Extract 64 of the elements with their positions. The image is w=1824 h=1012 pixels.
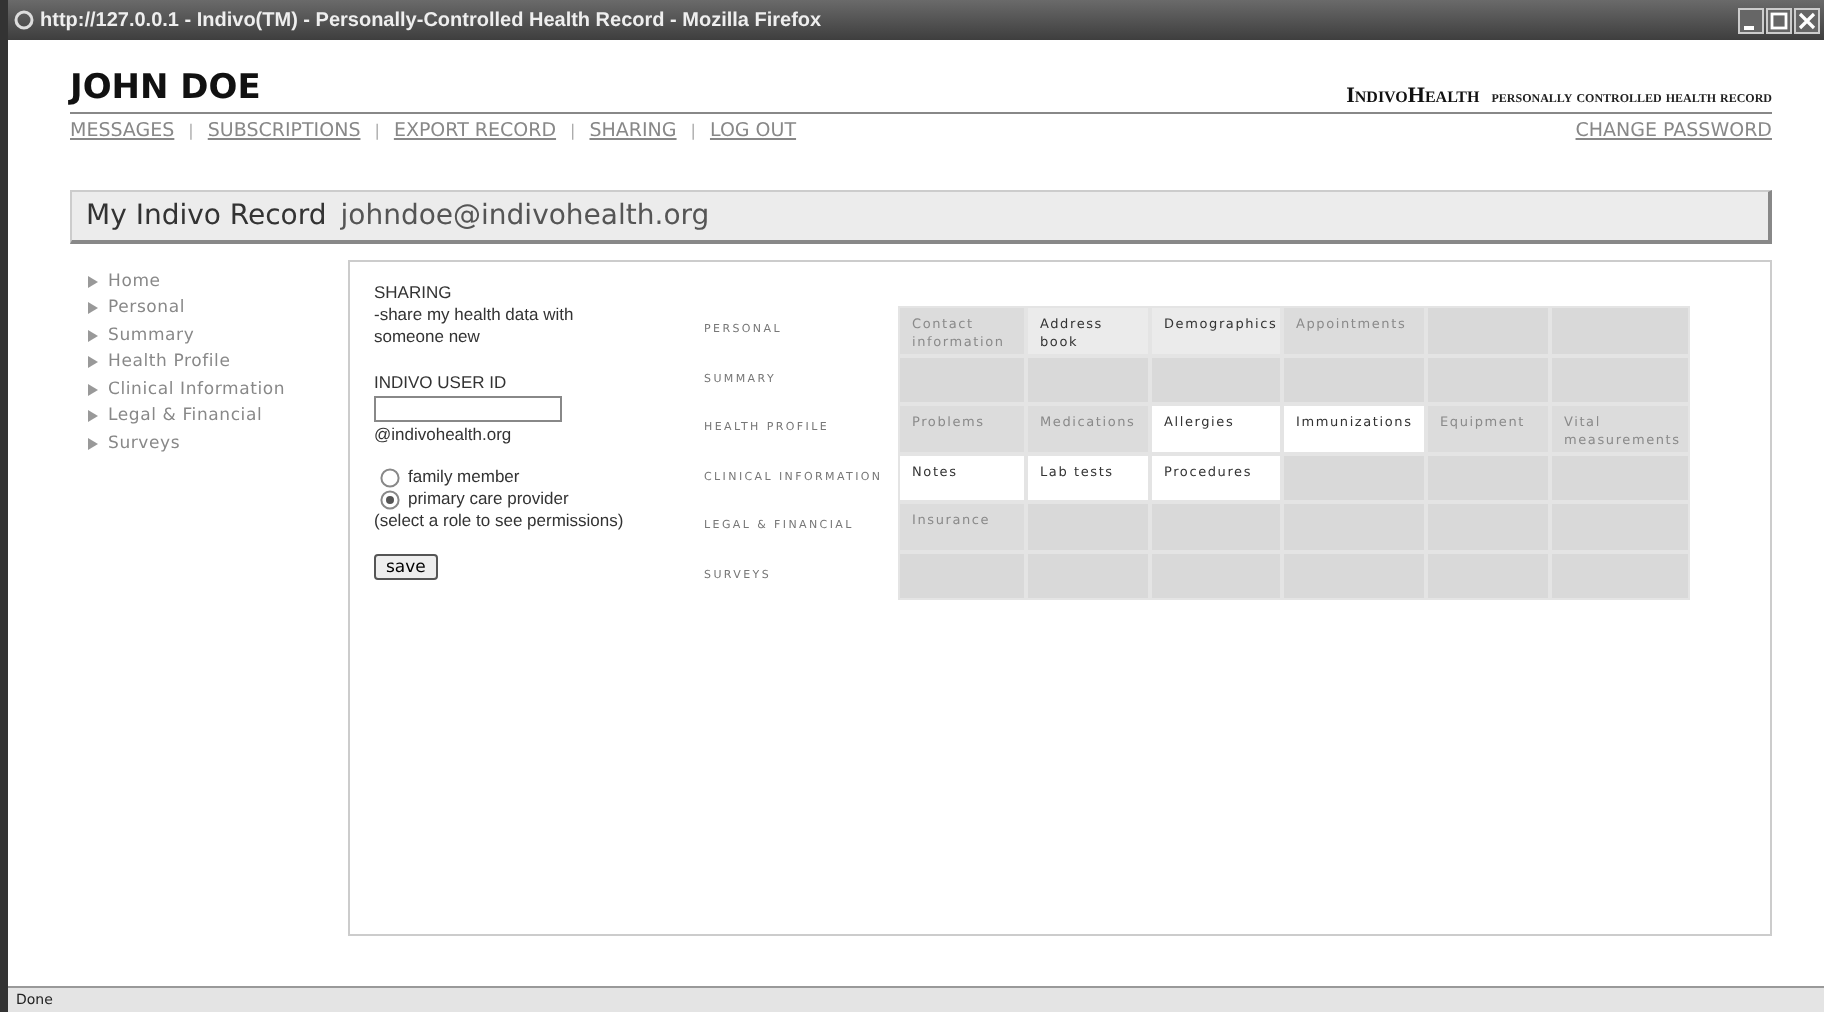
brand-tagline: personally controlled health record [1491,88,1772,106]
change-password-link[interactable]: CHANGE PASSWORD [1575,120,1772,142]
permission-cell [1550,355,1690,404]
browser-icon [14,10,34,30]
permission-cell [1282,453,1426,502]
nav-link[interactable]: MESSAGES [70,120,175,142]
bullet-icon [88,383,98,396]
sidebar-item[interactable]: Health Profile [88,349,348,376]
sidebar-item[interactable]: Legal & Financial [88,403,348,430]
record-title: My Indivo Record [86,200,327,232]
permission-cell [1550,453,1690,502]
permission-cell [1150,355,1282,404]
nav-separator: | [188,122,194,140]
permission-cell [1426,551,1550,600]
permission-cell [1426,355,1550,404]
nav-separator: | [570,122,576,140]
role-radio[interactable]: family member [374,466,569,488]
sidebar-item[interactable]: Surveys [88,430,348,457]
permission-cell [1150,551,1282,600]
nav-separator: | [690,122,696,140]
save-button[interactable]: save [374,554,438,580]
permission-cell [1150,502,1282,551]
maximize-icon[interactable] [1766,7,1792,33]
permission-cell [898,551,1026,600]
permission-cell [1426,453,1550,502]
window-title: http://127.0.0.1 - Indivo(TM) - Personally-Controlled Health Record - Mozilla Firefox [40,9,822,31]
bullet-icon [88,410,98,423]
permission-cell [1550,306,1690,355]
nav-separator: | [374,122,380,140]
role-radio[interactable]: primary care provider [374,488,569,510]
permission-cell [1026,551,1150,600]
minimize-icon[interactable] [1738,7,1764,33]
role-hint: (select a role to see permissions) [374,510,624,532]
bullet-icon [88,302,98,315]
permission-cell [1550,502,1690,551]
nav-link[interactable]: LOG OUT [709,120,797,142]
permission-cell [1282,551,1426,600]
permission-cell [1426,306,1550,355]
section-heading: SHARING [374,282,452,304]
permission-cell [1026,355,1150,404]
bullet-icon [88,275,98,288]
brand-logo: IndivoHealth [1346,84,1480,108]
bullet-icon [88,437,98,450]
permission-cell [1282,355,1426,404]
sidebar-item[interactable]: Home [88,268,348,295]
section-description: -share my health data with someone new [374,304,576,348]
bullet-icon [88,329,98,342]
sidebar-item[interactable]: Personal [88,295,348,322]
nav-link[interactable]: SUBSCRIPTIONS [207,120,361,142]
record-email: johndoe@indivohealth.org [340,200,710,232]
bullet-icon [88,356,98,369]
permission-cell [898,355,1026,404]
permission-cell [1026,502,1150,551]
domain-suffix: @indivohealth.org [374,424,512,446]
permission-cell [1550,551,1690,600]
field-label: INDIVO USER ID [374,372,507,394]
sidebar-item[interactable]: Clinical Information [88,376,348,403]
user-id-field[interactable] [374,396,562,422]
sidebar-item[interactable]: Summary [88,322,348,349]
nav-link[interactable]: SHARING [589,120,677,142]
permission-cell [1282,502,1426,551]
user-name: JOHN DOE [70,68,261,108]
nav-link[interactable]: EXPORT RECORD [393,120,557,142]
close-icon[interactable] [1794,7,1820,33]
